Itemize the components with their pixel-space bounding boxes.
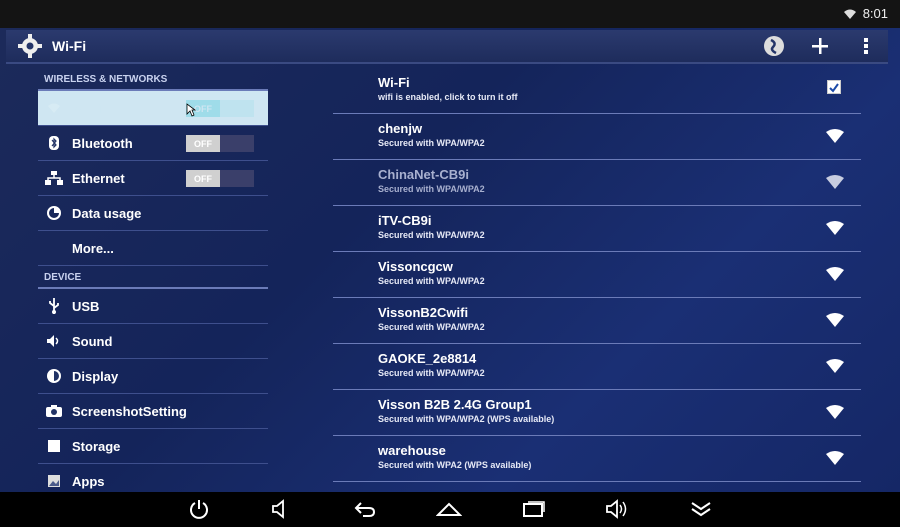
bluetooth-icon	[44, 133, 64, 153]
section-header-wireless: WIRELESS & NETWORKS	[38, 68, 268, 91]
menu-label-usb: USB	[72, 298, 100, 314]
wifi-locked-signal-icon	[826, 221, 844, 235]
wifi-toggle[interactable]: OFF	[186, 100, 254, 117]
menu-item-usb[interactable]: USB	[38, 289, 268, 324]
menu-item-display[interactable]: Display	[38, 359, 268, 394]
menu-label-display: Display	[72, 368, 119, 384]
camera-icon	[44, 401, 64, 421]
menu-item-ethernet[interactable]: Ethernet OFF	[38, 161, 268, 196]
wifi-panel-subtitle: wifi is enabled, click to turn it off	[378, 92, 518, 102]
section-header-device: DEVICE	[38, 266, 268, 289]
wifi-locked-signal-icon	[826, 451, 844, 465]
settings-screen: Wi-Fi WIRELESS & NETWORKS Wi-Fi OFF Blue…	[0, 28, 900, 499]
network-row[interactable]: Visson B2B 2.4G Group1 Secured with WPA/…	[333, 390, 861, 436]
network-name: Vissoncgcw	[378, 259, 453, 274]
menu-item-wifi[interactable]: Wi-Fi OFF	[38, 91, 268, 126]
menu-item-screenshot[interactable]: ScreenshotSetting	[38, 394, 268, 429]
status-bar: 8:01	[0, 0, 900, 30]
menu-label-more: More...	[72, 240, 114, 256]
network-name: warehouse	[378, 443, 446, 458]
bluetooth-toggle[interactable]: OFF	[186, 135, 254, 152]
menu-label-storage: Storage	[72, 438, 121, 454]
speaker-icon	[44, 331, 64, 351]
status-time: 8:01	[862, 6, 888, 21]
wifi-panel: Wi-Fi wifi is enabled, click to turn it …	[333, 68, 861, 492]
wifi-locked-signal-icon	[826, 267, 844, 281]
network-security: Secured with WPA/WPA2	[378, 230, 485, 240]
network-name: Visson B2B 2.4G Group1	[378, 397, 532, 412]
network-security: Secured with WPA/WPA2	[378, 184, 485, 194]
power-icon[interactable]	[185, 496, 213, 522]
network-row[interactable]: chenjw Secured with WPA/WPA2	[333, 114, 861, 160]
network-row[interactable]: VissonB2Cwifi Secured with WPA/WPA2	[333, 298, 861, 344]
overflow-menu-button[interactable]	[854, 32, 878, 60]
expand-down-icon[interactable]	[687, 496, 715, 522]
usb-icon	[44, 296, 64, 316]
network-row[interactable]: Vissoncgcw Secured with WPA/WPA2	[333, 252, 861, 298]
ethernet-toggle-label: OFF	[186, 170, 220, 187]
wifi-locked-signal-icon	[826, 405, 844, 419]
network-security: Secured with WPA/WPA2	[378, 276, 485, 286]
action-bar: Wi-Fi	[6, 30, 888, 64]
menu-label-data-usage: Data usage	[72, 205, 142, 221]
menu-label-sound: Sound	[72, 333, 113, 349]
wifi-locked-signal-icon	[826, 359, 844, 373]
wps-button[interactable]	[762, 32, 786, 60]
navigation-bar	[0, 492, 900, 527]
wifi-panel-title: Wi-Fi	[378, 75, 410, 90]
wifi-locked-signal-icon	[826, 175, 844, 189]
menu-label-apps: Apps	[72, 473, 105, 489]
page-title: Wi-Fi	[52, 38, 87, 54]
ethernet-toggle[interactable]: OFF	[186, 170, 254, 187]
settings-menu: WIRELESS & NETWORKS Wi-Fi OFF Bluetooth …	[38, 68, 268, 499]
back-icon[interactable]	[351, 496, 379, 522]
data-usage-icon	[44, 203, 64, 223]
wps-icon	[764, 36, 784, 56]
network-row[interactable]: iTV-CB9i Secured with WPA/WPA2	[333, 206, 861, 252]
network-security: Secured with WPA2 (WPS available)	[378, 460, 532, 470]
wifi-enabled-checkbox[interactable]	[827, 80, 841, 94]
network-row[interactable]: GAOKE_2e8814 Secured with WPA/WPA2	[333, 344, 861, 390]
volume-down-icon[interactable]	[268, 496, 296, 522]
menu-label-screenshot: ScreenshotSetting	[72, 403, 187, 419]
menu-item-sound[interactable]: Sound	[38, 324, 268, 359]
network-name: GAOKE_2e8814	[378, 351, 477, 366]
plus-icon	[812, 38, 828, 54]
network-security: Secured with WPA/WPA2	[378, 138, 485, 148]
wifi-master-toggle-row[interactable]: Wi-Fi wifi is enabled, click to turn it …	[333, 68, 861, 114]
menu-item-storage[interactable]: Storage	[38, 429, 268, 464]
more-vert-icon	[864, 38, 868, 54]
brightness-icon	[44, 366, 64, 386]
network-row[interactable]: ChinaNet-CB9i Secured with WPA/WPA2	[333, 160, 861, 206]
menu-item-data-usage[interactable]: Data usage	[38, 196, 268, 231]
wifi-icon	[44, 98, 64, 118]
network-name: chenjw	[378, 121, 423, 136]
mouse-cursor-icon	[186, 103, 196, 117]
ethernet-icon	[44, 168, 64, 188]
home-icon[interactable]	[435, 496, 463, 522]
network-name: VissonB2Cwifi	[378, 305, 469, 320]
recent-apps-icon[interactable]	[520, 496, 548, 522]
gear-icon[interactable]	[16, 32, 44, 60]
wifi-signal-icon	[843, 9, 856, 19]
storage-icon	[44, 436, 64, 456]
menu-item-bluetooth[interactable]: Bluetooth OFF	[38, 126, 268, 161]
network-name: ChinaNet-CB9i	[378, 167, 470, 182]
add-network-button[interactable]	[808, 32, 832, 60]
bluetooth-toggle-label: OFF	[186, 135, 220, 152]
network-row[interactable]: warehouse Secured with WPA2 (WPS availab…	[333, 436, 861, 482]
menu-item-more[interactable]: More...	[38, 231, 268, 266]
network-security: Secured with WPA/WPA2	[378, 322, 485, 332]
apps-icon	[44, 471, 64, 491]
volume-up-icon[interactable]	[603, 496, 631, 522]
network-name: iTV-CB9i	[378, 213, 432, 228]
wifi-locked-signal-icon	[826, 129, 844, 143]
network-security: Secured with WPA/WPA2	[378, 368, 485, 378]
network-security: Secured with WPA/WPA2 (WPS available)	[378, 414, 555, 424]
wifi-locked-signal-icon	[826, 313, 844, 327]
